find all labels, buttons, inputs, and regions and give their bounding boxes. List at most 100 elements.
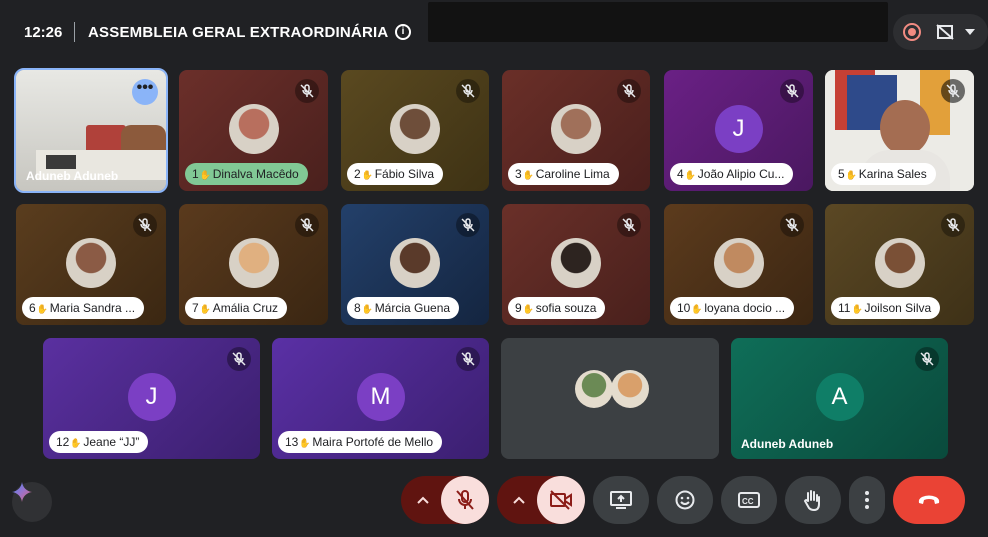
hand-order: 1 <box>192 167 199 181</box>
mic-off-icon <box>133 213 157 237</box>
participant-name-pill: 6✋ Maria Sandra ... <box>22 297 145 319</box>
participant-tile[interactable]: 10✋ loyana docio ... <box>664 204 813 325</box>
participant-tile[interactable]: 3✋ Caroline Lima <box>502 70 650 191</box>
participant-name: Caroline Lima <box>535 167 610 181</box>
mic-off-icon <box>456 79 480 103</box>
avatar <box>713 237 764 288</box>
participant-name: Maira Portofé de Mello <box>312 435 434 449</box>
hand-order: 12 <box>56 435 70 449</box>
raise-hand-icon: ✋ <box>361 170 373 180</box>
avatar <box>66 237 116 288</box>
captions-button[interactable]: CC <box>721 476 777 524</box>
participant-tile[interactable]: ••• Aduneb Aduneb <box>14 68 168 193</box>
leave-call-button[interactable] <box>893 476 965 524</box>
participant-name-pill: 2✋ Fábio Silva <box>347 163 444 185</box>
mic-button[interactable] <box>401 476 489 524</box>
mic-off-icon <box>617 79 641 103</box>
raise-hand-icon: ✋ <box>199 170 211 180</box>
participant-tile[interactable]: 11✋ Joilson Silva <box>825 204 974 325</box>
participant-name: Aduneb Aduneb <box>26 169 119 183</box>
participant-name-pill: 11✋ Joilson Silva <box>831 297 941 319</box>
mic-off-icon <box>780 213 804 237</box>
raise-hand-icon <box>803 490 820 511</box>
hand-order: 2 <box>354 167 361 181</box>
more-options-icon[interactable]: ••• <box>132 79 158 105</box>
participant-tile[interactable] <box>501 338 719 459</box>
captions-icon: CC <box>738 492 760 508</box>
participant-name-pill: 13✋ Maira Portofé de Mello <box>278 431 443 453</box>
avatar <box>390 237 440 288</box>
raise-hand-icon: ✋ <box>851 304 863 314</box>
participant-name-pill: 7✋ Amália Cruz <box>185 297 288 319</box>
participant-tile[interactable]: J 12✋ Jeane “JJ” <box>43 338 260 459</box>
avatar <box>575 370 613 408</box>
raise-hand-icon: ✋ <box>691 304 703 314</box>
participant-tile[interactable]: J 4✋ João Alipio Cu... <box>664 70 813 191</box>
mic-off-icon <box>227 347 251 371</box>
participant-name: Amália Cruz <box>212 301 279 315</box>
raise-hand-icon: ✋ <box>299 438 311 448</box>
participant-name-pill: 8✋ Márcia Guena <box>347 297 460 319</box>
participant-name-pill: 10✋ loyana docio ... <box>670 297 795 319</box>
chevron-up-icon <box>417 496 429 504</box>
mic-off-icon <box>941 79 965 103</box>
participant-name: sofia souza <box>535 301 597 315</box>
participant-tile[interactable]: 2✋ Fábio Silva <box>341 70 489 191</box>
avatar <box>551 237 601 288</box>
participant-tile[interactable]: M 13✋ Maira Portofé de Mello <box>272 338 489 459</box>
svg-text:CC: CC <box>742 497 754 506</box>
mic-off-icon <box>456 347 480 371</box>
participant-name: Joilson Silva <box>864 301 932 315</box>
present-screen-icon <box>610 491 632 509</box>
hand-order: 3 <box>515 167 522 181</box>
participant-name: Karina Sales <box>858 167 927 181</box>
record-icon[interactable] <box>903 23 921 41</box>
participant-tile[interactable]: A Aduneb Aduneb <box>731 338 948 459</box>
camera-button[interactable] <box>497 476 585 524</box>
more-options-button[interactable] <box>849 476 885 524</box>
hand-order: 9 <box>515 301 522 315</box>
hand-order: 10 <box>677 301 691 315</box>
avatar <box>390 103 440 154</box>
participant-tile[interactable]: 6✋ Maria Sandra ... <box>16 204 166 325</box>
info-icon[interactable]: i <box>395 24 411 40</box>
gemini-icon <box>12 482 32 502</box>
mic-off-icon <box>780 79 804 103</box>
raise-hand-icon: ✋ <box>199 304 211 314</box>
raise-hand-icon: ✋ <box>361 304 373 314</box>
raise-hand-icon: ✋ <box>70 438 82 448</box>
avatar-letter: J <box>714 104 763 153</box>
hand-order: 11 <box>838 301 851 315</box>
hand-order: 6 <box>29 301 36 315</box>
gemini-button[interactable] <box>12 482 52 522</box>
raise-hand-icon: ✋ <box>36 304 48 314</box>
participant-name-pill: 9✋ sofia souza <box>508 297 606 319</box>
chevron-down-icon[interactable] <box>965 29 975 35</box>
avatar <box>228 103 279 154</box>
hand-order: 7 <box>192 301 199 315</box>
participant-tile[interactable]: 8✋ Márcia Guena <box>341 204 489 325</box>
avatar <box>228 237 279 288</box>
participant-name-pill: 5✋ Karina Sales <box>831 163 936 185</box>
mic-off-icon <box>617 213 641 237</box>
no-stream-icon[interactable] <box>936 24 954 40</box>
raise-hand-button[interactable] <box>785 476 841 524</box>
emoji-icon <box>675 490 695 510</box>
camera-off-icon <box>550 490 572 510</box>
call-controls: CC <box>0 470 988 530</box>
present-button[interactable] <box>593 476 649 524</box>
participant-tile[interactable]: 7✋ Amália Cruz <box>179 204 328 325</box>
raise-hand-icon: ✋ <box>522 170 534 180</box>
emoji-button[interactable] <box>657 476 713 524</box>
participant-name: Maria Sandra ... <box>49 301 136 315</box>
participant-name-pill: 3✋ Caroline Lima <box>508 163 619 185</box>
participant-name: João Alipio Cu... <box>697 167 785 181</box>
participant-tile[interactable]: 9✋ sofia souza <box>502 204 650 325</box>
participant-tile[interactable]: 5✋ Karina Sales <box>825 70 974 191</box>
mic-off-icon <box>295 79 319 103</box>
meeting-title: ASSEMBLEIA GERAL EXTRAORDINÁRIA <box>88 24 389 41</box>
chevron-up-icon <box>513 496 525 504</box>
hand-order: 8 <box>354 301 361 315</box>
raise-hand-icon: ✋ <box>684 170 696 180</box>
participant-tile[interactable]: 1✋ Dinalva Macêdo <box>179 70 328 191</box>
